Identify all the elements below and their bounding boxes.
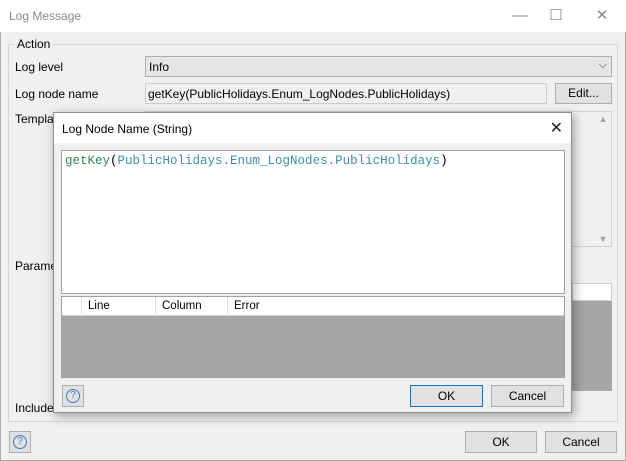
expression-editor[interactable]: getKey(PublicHolidays.Enum_LogNodes.Publ…	[61, 150, 565, 294]
scroll-up-icon[interactable]: ▲	[595, 114, 611, 124]
log-level-value: Info	[149, 60, 170, 74]
column-header-line[interactable]: Line	[81, 297, 155, 316]
code-close-paren: )	[440, 154, 448, 168]
log-level-select[interactable]: Info ⌵	[145, 56, 612, 77]
close-icon[interactable]: ✕	[589, 4, 615, 28]
minimize-icon[interactable]: —	[507, 4, 533, 28]
code-function: getKey	[65, 154, 111, 168]
code-open-paren: (	[110, 154, 118, 168]
include-label: Include	[15, 401, 54, 415]
column-header-error[interactable]: Error	[227, 297, 564, 316]
expression-code: getKey(PublicHolidays.Enum_LogNodes.Publ…	[65, 154, 448, 168]
cancel-button[interactable]: Cancel	[545, 431, 617, 453]
parameters-grid-header	[572, 283, 612, 301]
code-argument: PublicHolidays.Enum_LogNodes.PublicHolid…	[117, 154, 441, 168]
dialog-help-button[interactable]: ?	[62, 385, 84, 407]
ok-button[interactable]: OK	[465, 431, 537, 453]
dialog-close-icon[interactable]: ✕	[550, 118, 563, 138]
error-table[interactable]: Line Column Error	[61, 296, 565, 378]
dialog-cancel-button[interactable]: Cancel	[491, 385, 564, 407]
action-group-label: Action	[14, 37, 54, 51]
help-icon: ?	[13, 435, 27, 449]
help-icon: ?	[66, 389, 80, 403]
template-scrollbar[interactable]: ▲ ▼	[595, 112, 611, 246]
template-label: Templat	[15, 112, 58, 126]
edit-button[interactable]: Edit...	[555, 83, 612, 104]
window-title: Log Message	[9, 9, 82, 23]
log-node-name-dialog: Log Node Name (String) ✕ getKey(PublicHo…	[53, 112, 572, 413]
dialog-ok-button[interactable]: OK	[410, 385, 483, 407]
log-node-name-value: getKey(PublicHolidays.Enum_LogNodes.Publ…	[148, 87, 451, 101]
dialog-title-bar: Log Node Name (String) ✕	[54, 113, 571, 143]
title-bar: Log Message — ☐ ✕	[0, 0, 626, 32]
help-button[interactable]: ?	[9, 431, 31, 453]
dialog-title: Log Node Name (String)	[62, 122, 193, 136]
log-level-label: Log level	[15, 60, 64, 74]
chevron-down-icon: ⌵	[598, 59, 607, 71]
column-header-column[interactable]: Column	[155, 297, 227, 316]
scroll-down-icon[interactable]: ▼	[595, 234, 611, 244]
log-node-name-field: getKey(PublicHolidays.Enum_LogNodes.Publ…	[145, 83, 547, 104]
error-table-header: Line Column Error	[62, 297, 564, 316]
parameters-label: Parame	[15, 259, 58, 273]
log-node-name-label: Log node name	[15, 87, 99, 101]
maximize-icon[interactable]: ☐	[543, 4, 569, 28]
